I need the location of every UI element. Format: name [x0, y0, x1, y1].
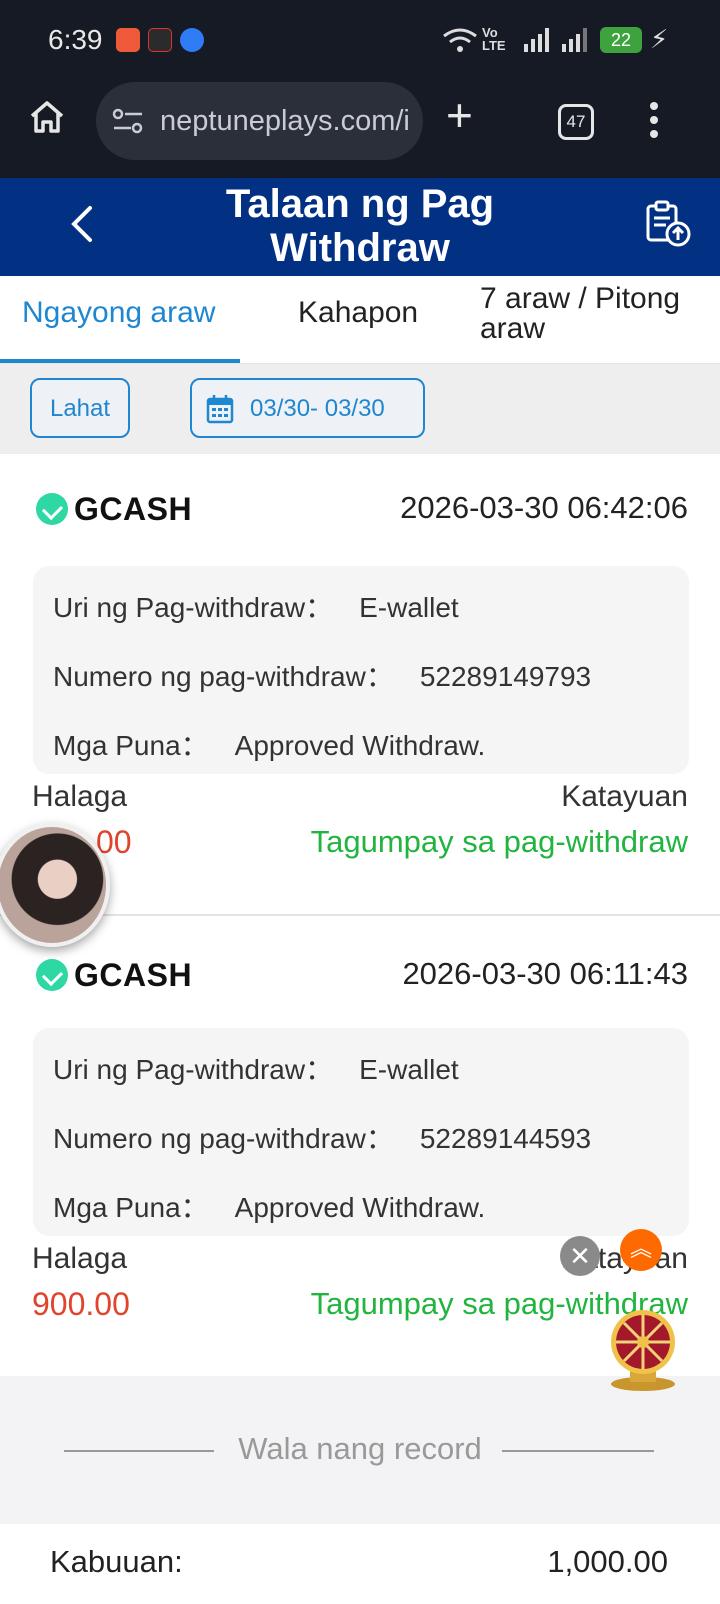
total-bar: Kabuuan: 1,000.00 [0, 1524, 720, 1604]
active-tab-indicator [0, 359, 240, 363]
status-time: 6:39 [48, 24, 103, 55]
tab-count-button[interactable]: 47 [558, 104, 594, 140]
record-details: Uri ng Pag-withdraw： E-wallet Numero ng p… [33, 1028, 689, 1236]
close-promo-icon[interactable]: ✕ [560, 1236, 600, 1276]
messenger-notification-icon [180, 28, 204, 52]
status-value: Tagumpay sa pag-withdraw [310, 824, 688, 859]
shopee-notification-icon [116, 28, 140, 52]
withdraw-number-row: Numero ng pag-withdraw： 52289144593 [53, 1123, 592, 1154]
withdraw-number-row: Numero ng pag-withdraw： 52289149793 [53, 661, 592, 692]
page-title: Talaan ng Pag Withdraw [225, 182, 495, 270]
tab-seven-days[interactable]: 7 araw / Pitong araw [480, 284, 680, 344]
home-icon[interactable] [28, 98, 66, 136]
app-header: Talaan ng Pag Withdraw [0, 178, 720, 276]
amount-label: Halaga [32, 780, 128, 813]
remarks-row: Mga Puna： Approved Withdraw. [53, 1192, 486, 1223]
new-tab-icon[interactable]: + [446, 92, 473, 138]
no-more-records: Wala nang record [0, 1376, 720, 1524]
site-settings-icon[interactable] [112, 108, 144, 134]
record-details: Uri ng Pag-withdraw： E-wallet Numero ng p… [33, 566, 689, 774]
browser-toolbar: neptuneplays.com/i + 47 [0, 80, 720, 178]
gcash-logo-icon [36, 959, 68, 991]
status-bar: 6:39 Vo LTE 22 ⚡ [0, 0, 720, 80]
tab-today[interactable]: Ngayong araw [22, 298, 215, 328]
date-range-text: 03/30- 03/30 [250, 395, 385, 422]
url-text: neptuneplays.com/i [160, 105, 410, 137]
record-datetime: 2026-03-30 06:11:43 [402, 956, 688, 991]
more-options-icon[interactable] [648, 100, 660, 140]
signal-icon-2 [562, 28, 587, 52]
remarks-row: Mga Puna： Approved Withdraw. [53, 730, 486, 761]
provider-name: GCASH [74, 490, 193, 527]
tab-yesterday[interactable]: Kahapon [298, 298, 418, 328]
withdraw-record[interactable]: GCASH 2026-03-30 06:42:06 Uri ng Pag-wit… [0, 454, 720, 916]
wifi-icon [443, 28, 477, 52]
battery-indicator: 22 [600, 27, 642, 53]
clipboard-upload-icon[interactable] [644, 200, 692, 248]
date-tabs: Ngayong araw Kahapon 7 araw / Pitong ara… [0, 276, 720, 364]
scroll-top-icon[interactable]: ︽ [620, 1229, 662, 1271]
no-more-records-text: Wala nang record [238, 1431, 482, 1466]
total-value: 1,000.00 [547, 1544, 668, 1579]
lucky-wheel-icon[interactable] [606, 1306, 680, 1392]
url-bar[interactable]: neptuneplays.com/i [96, 82, 423, 160]
calendar-icon [206, 395, 234, 424]
withdraw-type-row: Uri ng Pag-withdraw： E-wallet [53, 592, 459, 623]
gcash-logo-icon [36, 493, 68, 525]
status-label: Katayuan [561, 780, 688, 813]
app-notification-icon [148, 28, 172, 52]
amount-label: Halaga [32, 1242, 128, 1275]
back-arrow-icon[interactable] [68, 204, 94, 244]
withdraw-type-row: Uri ng Pag-withdraw： E-wallet [53, 1054, 459, 1085]
gcash-brand: GCASH [36, 490, 192, 528]
provider-name: GCASH [74, 956, 193, 993]
filter-bar: Lahat 03/30- 03/30 [0, 364, 720, 454]
date-range-button[interactable]: 03/30- 03/30 [190, 378, 425, 438]
amount-value: 900.00 [32, 1286, 130, 1322]
signal-icon [524, 28, 549, 52]
volte-indicator: Vo LTE [482, 25, 506, 53]
filter-all-button[interactable]: Lahat [30, 378, 130, 438]
gcash-brand: GCASH [36, 956, 192, 994]
total-label: Kabuuan: [50, 1544, 183, 1579]
charging-icon: ⚡ [650, 24, 669, 54]
record-datetime: 2026-03-30 06:42:06 [400, 490, 688, 525]
